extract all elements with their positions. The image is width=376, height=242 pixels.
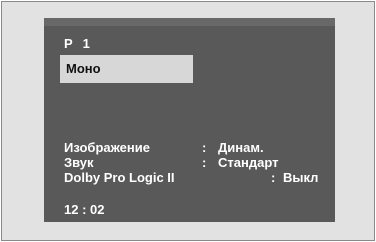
sound-separator: : <box>202 155 207 170</box>
sound-mode-label: Моно <box>66 61 101 76</box>
dolby-label: Dolby Pro Logic II <box>64 170 175 185</box>
osd-top-bar <box>44 18 335 26</box>
sound-label: Звук <box>64 155 94 170</box>
picture-label: Изображение <box>64 140 150 155</box>
sound-mode-indicator: Моно <box>60 55 193 83</box>
dolby-value: Выкл <box>283 170 319 185</box>
dolby-separator: : <box>271 170 276 185</box>
screen-frame: P 1 Моно Изображение : Динам. Звук : Ста… <box>1 1 375 241</box>
picture-separator: : <box>202 140 207 155</box>
sound-value: Стандарт <box>218 155 279 170</box>
clock-time: 12 : 02 <box>64 202 105 217</box>
program-number: P 1 <box>64 36 91 51</box>
picture-value: Динам. <box>218 140 264 155</box>
osd-panel: P 1 Моно Изображение : Динам. Звук : Ста… <box>44 18 335 222</box>
